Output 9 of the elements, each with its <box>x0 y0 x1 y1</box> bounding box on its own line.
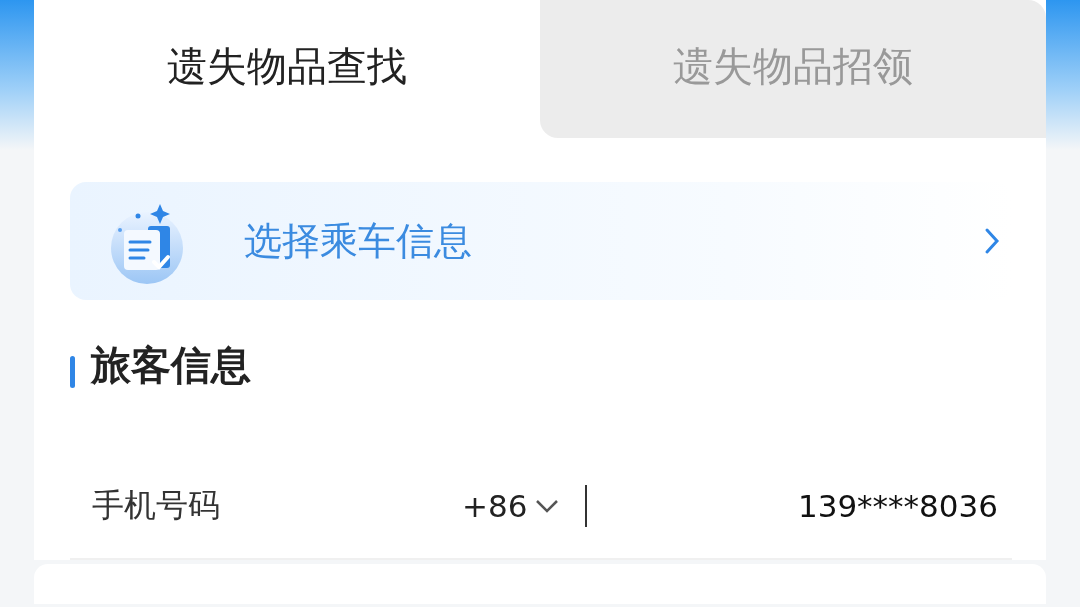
field-label: 手机号码 <box>92 485 221 526</box>
section-title: 旅客信息 <box>91 340 251 390</box>
separator <box>585 485 588 527</box>
country-code-dropdown[interactable]: +86 <box>462 488 560 524</box>
select-ride-label: 选择乘车信息 <box>244 217 473 265</box>
chevron-down-icon <box>535 499 560 513</box>
chevron-right-icon <box>984 227 1000 255</box>
section-marker <box>70 356 75 388</box>
phone-input-field[interactable]: 139****8036 <box>587 487 1000 525</box>
